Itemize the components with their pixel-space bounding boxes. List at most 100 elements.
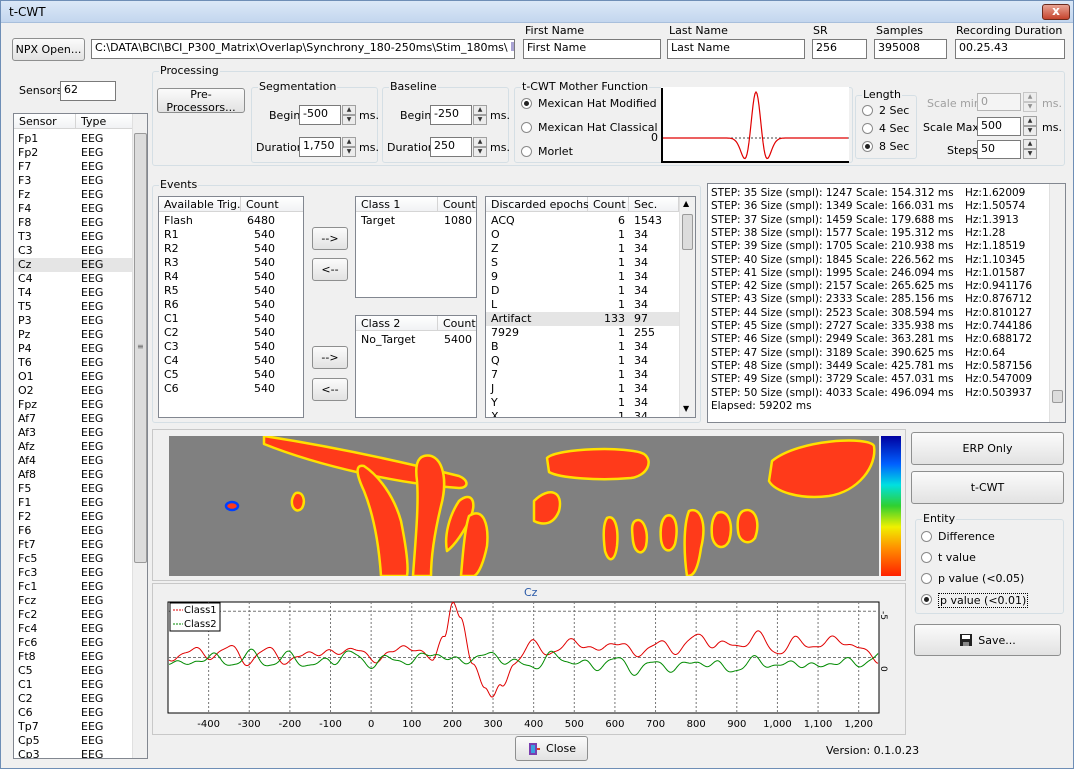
entity-option[interactable]: Difference	[921, 530, 1061, 544]
available-triggers-list[interactable]: Available Trig. Count Flash 6480 R1 540 R2 54…	[158, 196, 304, 418]
add-class2-button[interactable]: -->	[312, 346, 348, 369]
sensor-row[interactable]: C6 EEG	[14, 706, 132, 720]
sensor-row[interactable]: Ft8 EEG	[14, 650, 132, 664]
sensor-row[interactable]: F5 EEG	[14, 482, 132, 496]
sensor-row[interactable]: Fc4 EEG	[14, 622, 132, 636]
discarded-row[interactable]: J 1 34	[486, 382, 679, 396]
sensor-row[interactable]: F7 EEG	[14, 160, 132, 174]
sensor-row[interactable]: Afz EEG	[14, 440, 132, 454]
mother-function-option[interactable]: Mexican Hat Modified	[521, 97, 661, 111]
sensor-list-scrollbar[interactable]: ≡	[132, 114, 147, 758]
close-button[interactable]: Close	[515, 736, 588, 761]
sensor-row[interactable]: Af4 EEG	[14, 454, 132, 468]
trigger-row[interactable]: R2 540	[159, 242, 303, 256]
length-radio[interactable]	[862, 105, 873, 116]
discarded-row[interactable]: 7929 1 255	[486, 326, 679, 340]
trigger-row[interactable]: Flash 6480	[159, 214, 303, 228]
discarded-row[interactable]: Artifact 133 97	[486, 312, 679, 326]
mother-function-option[interactable]: Morlet	[521, 145, 661, 159]
discarded-count-header[interactable]: Count	[588, 197, 629, 212]
sensor-row[interactable]: T5 EEG	[14, 300, 132, 314]
sensor-row[interactable]: F3 EEG	[14, 174, 132, 188]
sensor-row[interactable]: T3 EEG	[14, 230, 132, 244]
sensor-row[interactable]: C1 EEG	[14, 678, 132, 692]
discarded-epochs-list[interactable]: Discarded epochs Count Sec. ACQ 6 1543 O 1 34…	[485, 196, 696, 418]
class-row[interactable]: Target 1080	[356, 214, 476, 228]
base-duration-field[interactable]: 250	[430, 137, 472, 157]
entity-radio[interactable]	[921, 552, 932, 563]
class1-header[interactable]: Class 1	[356, 197, 438, 212]
sensor-row[interactable]: P4 EEG	[14, 342, 132, 356]
discarded-row[interactable]: ACQ 6 1543	[486, 214, 679, 228]
sensor-row[interactable]: P3 EEG	[14, 314, 132, 328]
discarded-row[interactable]: D 1 34	[486, 284, 679, 298]
length-radio[interactable]	[862, 141, 873, 152]
sensor-row[interactable]: Cz EEG	[14, 258, 132, 272]
close-window-button[interactable]: x	[1042, 4, 1070, 20]
type-column-header[interactable]: Type	[76, 114, 136, 129]
discarded-row[interactable]: 7 1 34	[486, 368, 679, 382]
discarded-row[interactable]: L 1 34	[486, 298, 679, 312]
remove-class1-button[interactable]: <--	[312, 258, 348, 281]
erp-only-button[interactable]: ERP Only	[911, 432, 1064, 465]
sensor-row[interactable]: F6 EEG	[14, 524, 132, 538]
add-class1-button[interactable]: -->	[312, 227, 348, 250]
sensor-row[interactable]: Fp1 EEG	[14, 132, 132, 146]
sensor-row[interactable]: C3 EEG	[14, 244, 132, 258]
save-button[interactable]: Save...	[914, 624, 1061, 656]
mother-function-radio[interactable]	[521, 146, 532, 157]
trigger-row[interactable]: R5 540	[159, 284, 303, 298]
discarded-sec-header[interactable]: Sec.	[629, 197, 679, 212]
discarded-row[interactable]: Y 1 34	[486, 396, 679, 410]
trigger-row[interactable]: R6 540	[159, 298, 303, 312]
mother-function-radio[interactable]	[521, 98, 532, 109]
samples-field[interactable]: 395008	[874, 39, 947, 59]
class1-list[interactable]: Class 1 Count Target 1080	[355, 196, 477, 298]
sensor-row[interactable]: Cp5 EEG	[14, 734, 132, 748]
mother-function-radio[interactable]	[521, 122, 532, 133]
class1-count-header[interactable]: Count	[438, 197, 476, 212]
mother-function-option[interactable]: Mexican Hat Classical	[521, 121, 661, 135]
base-begin-spinner[interactable]: ▲ ▼	[473, 105, 487, 125]
class-row[interactable]: No_Target 5400	[356, 333, 476, 347]
seg-begin-spinner[interactable]: ▲ ▼	[342, 105, 356, 125]
sensor-row[interactable]: Af3 EEG	[14, 426, 132, 440]
sensor-column-header[interactable]: Sensor	[14, 114, 76, 129]
trigger-row[interactable]: R1 540	[159, 228, 303, 242]
sensor-row[interactable]: C2 EEG	[14, 692, 132, 706]
scale-max-spinner[interactable]: ▲ ▼	[1023, 116, 1037, 136]
sensor-row[interactable]: O2 EEG	[14, 384, 132, 398]
sensor-row[interactable]: T4 EEG	[14, 286, 132, 300]
sensors-count-field[interactable]: 62	[60, 81, 116, 101]
sensor-row[interactable]: Pz EEG	[14, 328, 132, 342]
sensor-row[interactable]: Fc2 EEG	[14, 608, 132, 622]
trigger-row[interactable]: C6 540	[159, 382, 303, 396]
scale-min-field[interactable]: 0	[977, 93, 1021, 111]
count-header[interactable]: Count	[241, 197, 303, 212]
sensor-row[interactable]: Cp3 EEG	[14, 748, 132, 758]
first-name-field[interactable]: First Name	[523, 39, 661, 59]
scroll-down-icon[interactable]: ▼	[683, 404, 689, 413]
available-trig-header[interactable]: Available Trig.	[159, 197, 241, 212]
sensor-row[interactable]: F4 EEG	[14, 202, 132, 216]
sensor-row[interactable]: Tp7 EEG	[14, 720, 132, 734]
sensor-row[interactable]: C5 EEG	[14, 664, 132, 678]
entity-option[interactable]: p value (<0.05)	[921, 572, 1061, 586]
last-name-field[interactable]: Last Name	[667, 39, 805, 59]
sensor-row[interactable]: F1 EEG	[14, 496, 132, 510]
sensor-row[interactable]: F8 EEG	[14, 216, 132, 230]
scale-min-spinner[interactable]: ▲ ▼	[1023, 92, 1037, 112]
discarded-row[interactable]: 9 1 34	[486, 270, 679, 284]
sensor-row[interactable]: Fc1 EEG	[14, 580, 132, 594]
base-duration-spinner[interactable]: ▲ ▼	[473, 137, 487, 157]
log-scrollbar[interactable]	[1049, 184, 1065, 422]
sensor-row[interactable]: O1 EEG	[14, 370, 132, 384]
discarded-row[interactable]: S 1 34	[486, 256, 679, 270]
sensor-row[interactable]: Ft7 EEG	[14, 538, 132, 552]
tcwt-button[interactable]: t-CWT	[911, 471, 1064, 504]
length-radio[interactable]	[862, 123, 873, 134]
entity-radio[interactable]	[921, 594, 932, 605]
discarded-row[interactable]: Q 1 34	[486, 354, 679, 368]
sensor-row[interactable]: T6 EEG	[14, 356, 132, 370]
log-scroll-thumb[interactable]	[1052, 390, 1063, 403]
